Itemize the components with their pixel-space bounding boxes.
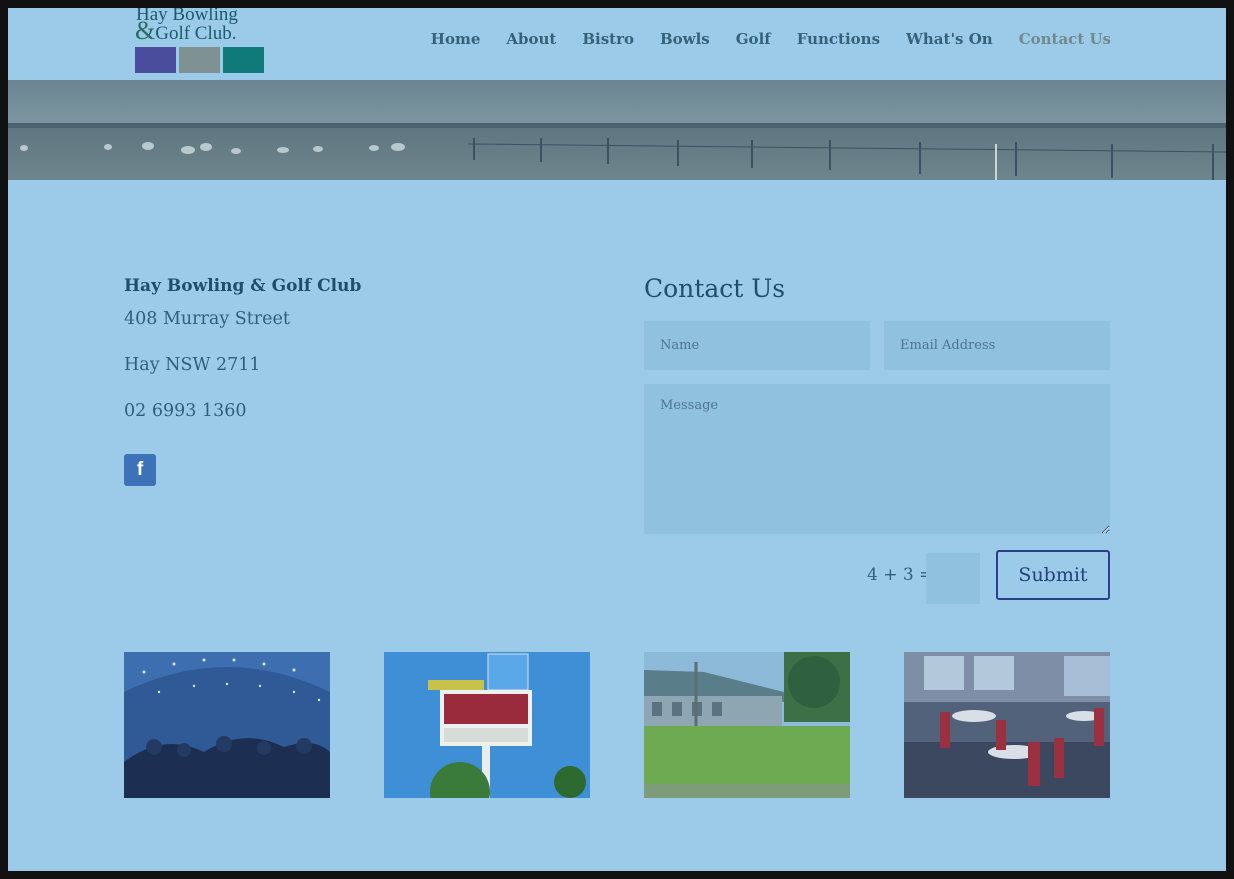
nav-bowls[interactable]: Bowls [660, 30, 710, 48]
club-name: Hay Bowling & Golf Club [124, 276, 362, 296]
logo-text: Hay Bowling &Golf Club. [135, 8, 238, 45]
gallery-image-function-marquee[interactable] [124, 652, 330, 798]
page: Hay Bowling &Golf Club. Home About Bistr… [8, 8, 1226, 871]
street-address: 408 Murray Street [124, 309, 290, 329]
gallery-image-club-sign[interactable] [384, 652, 590, 798]
nav-about[interactable]: About [506, 30, 556, 48]
main-nav: Home About Bistro Bowls Golf Functions W… [405, 30, 1111, 48]
captcha-question: 4 + 3 = [867, 565, 934, 585]
message-textarea[interactable] [644, 384, 1110, 534]
gallery-image-bistro-dining[interactable] [904, 652, 1110, 798]
town-address: Hay NSW 2711 [124, 355, 261, 375]
nav-contact-us[interactable]: Contact Us [1019, 30, 1111, 48]
logo-swatch-teal [223, 47, 264, 73]
gallery-image-clubhouse[interactable] [644, 652, 850, 798]
email-input[interactable] [884, 321, 1110, 370]
nav-home[interactable]: Home [431, 30, 481, 48]
logo-swatch-purple [135, 47, 176, 73]
phone-number[interactable]: 02 6993 1360 [124, 401, 246, 421]
clubhouse-photo [644, 652, 850, 798]
nav-golf[interactable]: Golf [736, 30, 771, 48]
nav-whats-on[interactable]: What's On [906, 30, 993, 48]
contact-form-title: Contact Us [644, 274, 786, 303]
logo-ampersand: & [135, 16, 156, 45]
bistro-photo [904, 652, 1110, 798]
logo-line2: Golf Club. [155, 23, 237, 44]
club-logo[interactable]: Hay Bowling &Golf Club. [135, 8, 264, 74]
nav-functions[interactable]: Functions [797, 30, 880, 48]
name-input[interactable] [644, 321, 870, 370]
logo-swatches [135, 47, 264, 73]
facebook-icon[interactable]: f [124, 454, 156, 486]
captcha-input[interactable] [926, 553, 980, 604]
logo-swatch-grey [179, 47, 220, 73]
nav-bistro[interactable]: Bistro [582, 30, 634, 48]
marquee-photo [124, 652, 330, 798]
hero-landscape [8, 80, 1226, 180]
club-sign-photo [384, 652, 590, 798]
hero-banner-image [8, 80, 1226, 180]
submit-button[interactable]: Submit [996, 550, 1110, 600]
